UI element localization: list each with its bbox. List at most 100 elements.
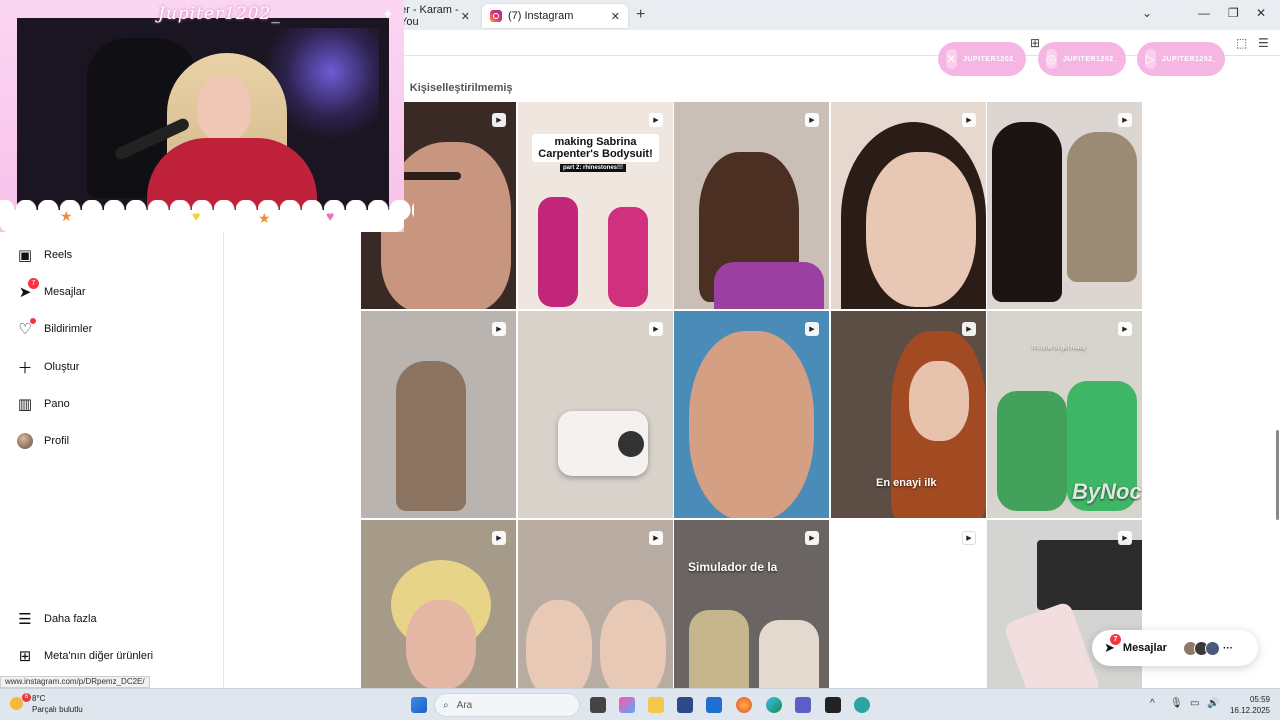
explore-post[interactable]: ▶ [674,311,829,518]
sidebar-item-meta-products[interactable]: ⊞ Meta'nın diğer ürünleri [16,646,153,666]
explore-post[interactable]: En enayi ilk ▶ [831,311,986,518]
microphone-icon[interactable]: 🎙 [1170,698,1183,709]
star-icon: ★ [258,210,271,226]
explore-post[interactable]: ▶ [987,102,1142,309]
firefox-icon[interactable] [736,697,752,713]
post-subcaption: part 2: rhinestones!!! [560,164,627,172]
tray-chevron-icon[interactable]: ^ [1150,698,1155,709]
maximize-button[interactable]: ❐ [1228,6,1239,20]
sidebar-item-label: Meta'nın diğer ürünleri [44,650,154,662]
sidebar-item-profile[interactable]: Profil [16,431,69,451]
reel-play-icon: ▶ [962,531,976,545]
hamburger-icon: ☰ [18,611,32,628]
tab-close-icon[interactable]: ✕ [611,10,620,23]
explore-post[interactable]: ▶ [831,102,986,309]
heart-icon: ♡ [16,318,36,338]
tab-instagram[interactable]: (7) Instagram ✕ [482,4,628,28]
teams-icon[interactable] [795,697,811,713]
post-thumbnail [608,207,648,307]
explore-post[interactable]: ▶ [361,311,516,518]
reel-play-icon: ▶ [1118,113,1132,127]
sidebar-item-label: Mesajlar [44,286,86,298]
social-label: JUPITER1202_ [1161,55,1217,63]
youtube-icon: ▷ [1145,49,1156,69]
post-thumbnail [992,122,1062,302]
outlook-icon[interactable] [706,697,722,713]
reader-view-icon[interactable]: ⊞ [1030,36,1040,50]
system-clock[interactable]: 05:59 16.12.2025 [1224,694,1270,716]
scrollbar-thumb[interactable] [1276,430,1279,520]
sidebar-item-notifications[interactable]: ♡ Bildirimler [16,318,93,339]
tab-list-chevron-icon[interactable]: ⌄ [1142,6,1152,20]
reel-play-icon: ▶ [805,531,819,545]
minimize-button[interactable]: — [1198,6,1210,20]
network-icon[interactable]: ▭ [1190,698,1199,709]
explore-post[interactable]: making Sabrina Carpenter's Bodysuit! par… [518,102,673,309]
task-view-icon[interactable] [590,697,606,713]
tab-title: (7) Instagram [508,10,574,22]
file-explorer-icon[interactable] [648,697,664,713]
weather-widget[interactable]: 6 8°C Parçalı bulutlu [8,693,83,715]
explore-subheading: n Kişiselleştirilmemiş [396,82,513,94]
explore-grid: ▶ making Sabrina Carpenter's Bodysuit! p… [361,102,1143,720]
search-icon: ⌕ [443,699,449,711]
sidebar-item-messages[interactable]: ➤ 7 Mesajlar [16,278,86,302]
extensions-icon[interactable]: ⬚ [1236,36,1247,50]
notification-dot [30,318,36,324]
social-label: JUPITER1202_ [962,55,1018,63]
reel-play-icon: ▶ [1118,531,1132,545]
sidebar-item-create[interactable]: ＋ Oluştur [16,357,79,377]
sidebar-item-label: Bildirimler [44,323,93,335]
post-thumbnail [866,152,976,307]
social-youtube-pill: ▷ JUPITER1202_ [1137,42,1225,76]
sparkle-icon: ✦ [382,6,394,22]
sidebar-item-label: Oluştur [44,361,80,373]
taskbar-search[interactable]: ⌕ Ara [434,693,580,717]
avatar [1204,640,1220,656]
weather-badge: 6 [22,693,31,702]
start-button[interactable] [411,697,427,713]
sidebar-item-label: Profil [44,435,70,447]
menu-icon[interactable]: ☰ [1258,36,1269,50]
tab-youtube[interactable]: er - Karam - You ✕ [392,4,478,28]
copilot-icon[interactable] [619,697,635,713]
streamer-name: Jupiter1202_ [158,4,281,24]
post-thumbnail [1067,132,1137,282]
webcam-overlay: Jupiter1202_ ★ ♥ ★ ♥ ✦ [0,0,414,232]
explore-post[interactable]: It's time to get ready ByNoc ▶ [987,311,1142,518]
weather-icon: 6 [8,693,31,713]
post-thumbnail [1037,540,1142,610]
instagram-icon [490,10,502,22]
reel-play-icon: ▶ [649,113,663,127]
social-instagram-pill: ◎ JUPITER1202_ [1038,42,1126,76]
explore-post[interactable]: ▶ [674,102,829,309]
reels-icon: ▣ [17,247,33,264]
sidebar-item-reels[interactable]: ▣ Reels [16,245,72,265]
reel-play-icon: ▶ [492,113,506,127]
heart-icon: ♥ [326,208,335,224]
close-window-button[interactable]: ✕ [1256,6,1266,20]
sidebar-item-more[interactable]: ☰ Daha fazla [16,609,96,629]
unread-badge: 7 [1109,634,1121,645]
settings-icon[interactable] [854,697,870,713]
messages-icon: ➤ 7 [1104,634,1121,656]
messages-floating-button[interactable]: ➤ 7 Mesajlar ··· [1092,630,1258,666]
tab-title: er - Karam - You [400,4,459,28]
new-tab-button[interactable]: + [636,6,645,24]
subheading-label[interactable]: Kişiselleştirilmemiş [410,82,513,94]
sidebar-item-label: Pano [44,398,70,410]
tab-close-icon[interactable]: ✕ [461,10,470,23]
post-thumbnail [909,361,969,441]
edge-icon[interactable] [766,697,782,713]
post-thumbnail [618,431,644,457]
store-icon[interactable] [677,697,693,713]
volume-icon[interactable]: 🔊 [1207,698,1219,709]
reel-play-icon: ▶ [962,113,976,127]
apps-grid-icon: ⊞ [18,648,32,665]
messages-icon: ➤ 7 [16,278,39,301]
unread-badge: 7 [28,278,39,289]
explore-post[interactable]: ▶ [518,311,673,518]
sidebar-item-dashboard[interactable]: ▥ Pano [16,394,70,414]
app-icon[interactable] [825,697,841,713]
post-thumbnail-detail [401,172,461,180]
